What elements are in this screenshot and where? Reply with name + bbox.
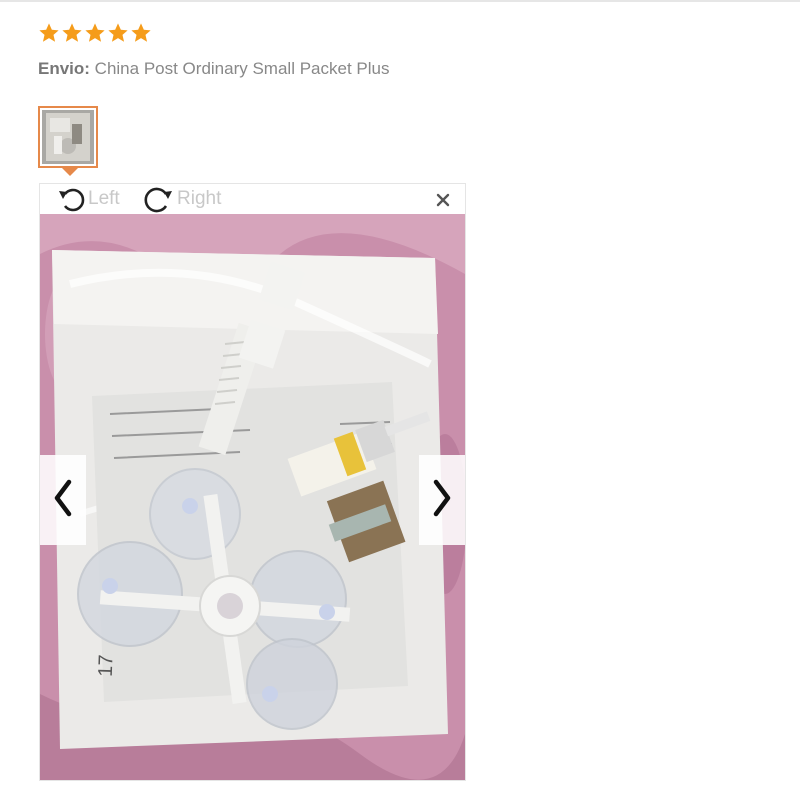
rotate-left-icon: [56, 185, 88, 213]
star-icon: [107, 22, 129, 44]
rotate-left-button[interactable]: Left: [56, 185, 120, 213]
previous-photo-button[interactable]: [40, 455, 86, 545]
close-button[interactable]: [433, 190, 453, 210]
shipping-method: Envio: China Post Ordinary Small Packet …: [38, 59, 389, 79]
close-icon: [433, 193, 453, 214]
star-rating: [38, 22, 152, 44]
review-photo-image: 17: [40, 214, 465, 780]
package-label-number: 17: [95, 654, 118, 677]
review-photo: 17: [40, 214, 465, 780]
next-photo-button[interactable]: [419, 455, 465, 545]
chevron-left-icon: [51, 478, 75, 523]
shipping-label: Envio:: [38, 59, 90, 78]
star-icon: [61, 22, 83, 44]
thumbnail-image: [42, 110, 94, 164]
rotate-right-label: Right: [177, 188, 222, 209]
photo-thumbnail[interactable]: [38, 106, 98, 168]
thumbnail-pointer: [62, 168, 78, 176]
star-icon: [84, 22, 106, 44]
chevron-right-icon: [430, 478, 454, 523]
viewer-toolbar: Left Right: [40, 184, 465, 214]
rotate-right-button[interactable]: Right: [141, 185, 221, 213]
star-icon: [38, 22, 60, 44]
shipping-value: China Post Ordinary Small Packet Plus: [89, 59, 390, 78]
rotate-left-label: Left: [88, 188, 120, 209]
star-icon: [130, 22, 152, 44]
review-panel: Envio: China Post Ordinary Small Packet …: [0, 0, 800, 800]
divider: [0, 0, 800, 2]
photo-viewer: Left Right 17: [39, 183, 466, 781]
rotate-right-icon: [141, 185, 177, 213]
